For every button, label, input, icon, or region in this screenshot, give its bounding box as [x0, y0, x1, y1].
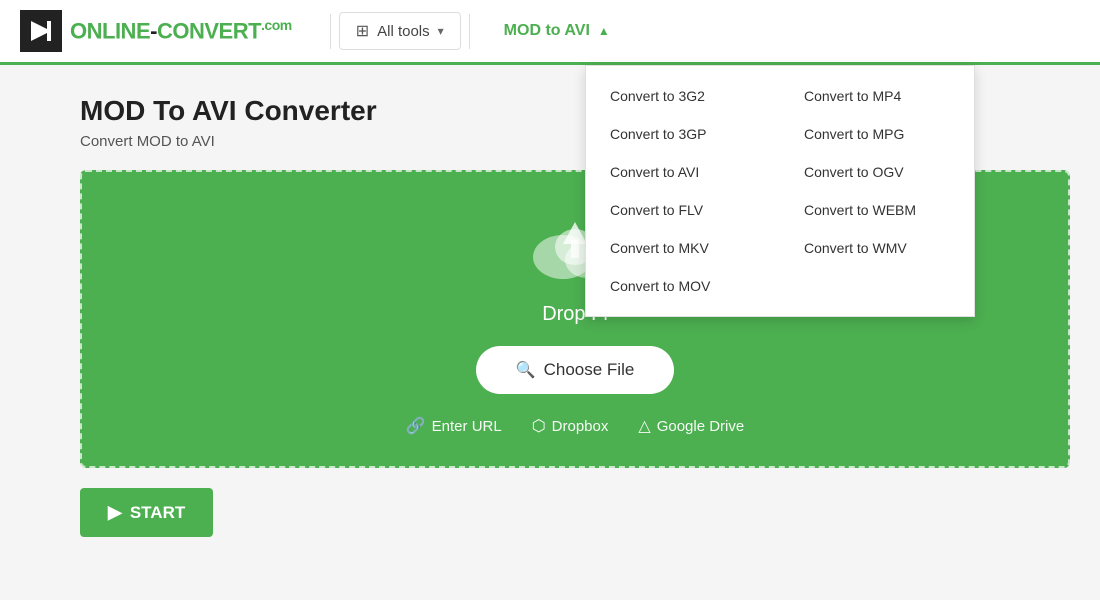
enter-url-option[interactable]: 🔗 Enter URL [406, 416, 502, 436]
dropbox-icon: ⬡ [532, 416, 546, 436]
start-button[interactable]: ▶ START [80, 488, 213, 537]
start-label: START [130, 503, 185, 523]
dropdown-item-empty [780, 268, 974, 304]
all-tools-button[interactable]: ⊞ All tools ▾ [339, 12, 461, 50]
logo-text: ONLINE-CONVERT.com [70, 17, 292, 44]
secondary-options: 🔗 Enter URL ⬡ Dropbox △ Google Drive [406, 416, 744, 436]
logo-dot: .com [261, 17, 292, 33]
dropbox-option[interactable]: ⬡ Dropbox [532, 416, 609, 436]
google-drive-option[interactable]: △ Google Drive [638, 416, 744, 436]
google-drive-icon: △ [638, 416, 650, 436]
dropdown-item-webm[interactable]: Convert to WEBM [780, 192, 974, 228]
logo[interactable]: ONLINE-CONVERT.com [20, 10, 292, 52]
dropdown-columns: Convert to 3G2 Convert to MP4 Convert to… [586, 78, 974, 304]
dropdown-item-mov[interactable]: Convert to MOV [586, 268, 780, 304]
dropdown-item-3gp[interactable]: Convert to 3GP [586, 116, 780, 152]
choose-file-label: Choose File [544, 360, 635, 380]
google-drive-label: Google Drive [657, 418, 745, 435]
dropdown-item-ogv[interactable]: Convert to OGV [780, 154, 974, 190]
dropbox-label: Dropbox [552, 418, 609, 435]
dropdown-item-3g2[interactable]: Convert to 3G2 [586, 78, 780, 114]
start-arrow-icon: ▶ [108, 502, 122, 523]
choose-file-button[interactable]: 🔍 Choose File [476, 346, 675, 394]
mod-avi-button[interactable]: MOD to AVI ▲ [488, 14, 626, 48]
header: ONLINE-CONVERT.com ⊞ All tools ▾ MOD to … [0, 0, 1100, 65]
header-divider-2 [469, 14, 470, 49]
dropdown-item-mp4[interactable]: Convert to MP4 [780, 78, 974, 114]
enter-url-label: Enter URL [432, 418, 502, 435]
link-icon: 🔗 [406, 416, 426, 436]
chevron-down-icon: ▾ [438, 24, 444, 38]
mod-avi-chevron-icon: ▲ [598, 24, 610, 38]
grid-icon: ⊞ [356, 21, 369, 41]
mod-avi-label: MOD to AVI [504, 22, 590, 40]
all-tools-label: All tools [377, 23, 430, 40]
dropdown-item-avi[interactable]: Convert to AVI [586, 154, 780, 190]
search-icon: 🔍 [516, 360, 536, 380]
logo-icon [20, 10, 62, 52]
header-divider [330, 14, 331, 49]
dropdown-item-mkv[interactable]: Convert to MKV [586, 230, 780, 266]
logo-online: ONLINE [70, 19, 150, 44]
logo-convert: CONVERT [157, 19, 261, 44]
logo-svg [27, 17, 55, 45]
dropdown-item-flv[interactable]: Convert to FLV [586, 192, 780, 228]
dropdown-menu: Convert to 3G2 Convert to MP4 Convert to… [585, 65, 975, 317]
dropdown-item-wmv[interactable]: Convert to WMV [780, 230, 974, 266]
dropdown-item-mpg[interactable]: Convert to MPG [780, 116, 974, 152]
